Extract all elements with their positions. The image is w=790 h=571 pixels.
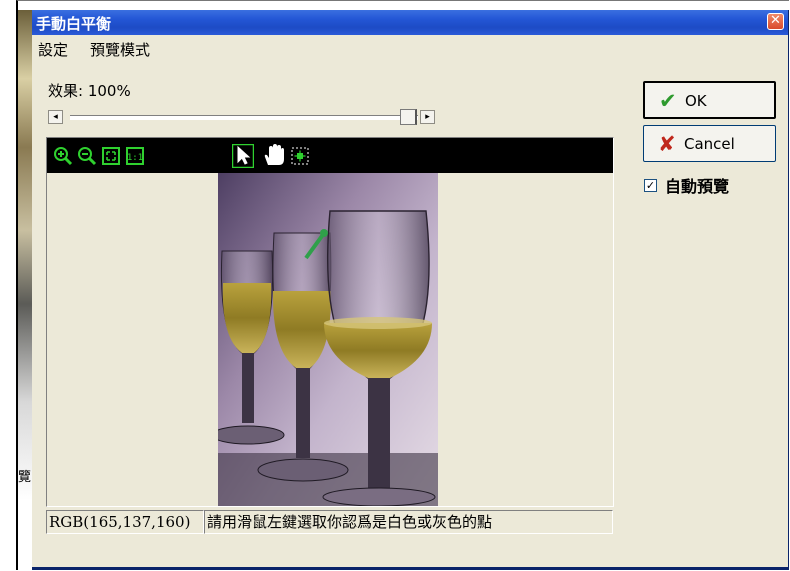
- svg-text:1:1: 1:1: [127, 153, 143, 163]
- ok-button[interactable]: ✔ OK: [643, 81, 776, 119]
- effect-slider[interactable]: ◂ ▸: [48, 108, 440, 126]
- background-window-strip: [18, 10, 32, 500]
- fit-window-icon[interactable]: [101, 146, 121, 166]
- cancel-x-icon: ✘: [658, 132, 676, 156]
- manual-white-balance-dialog: 手動白平衡 ✕ 設定 預覽模式 效果: 100% ◂ ▸ 1:1 RGB(165…: [32, 10, 789, 570]
- rgb-readout: RGB(165,137,160): [46, 510, 204, 534]
- preview-panel: 1:1: [46, 137, 614, 507]
- menu-bar: 設定 預覽模式: [34, 37, 154, 59]
- effect-label: 效果: 100%: [48, 82, 131, 100]
- auto-preview-label: 自動預覽: [665, 177, 730, 196]
- ok-label: OK: [685, 92, 707, 110]
- dialog-title: 手動白平衡: [36, 15, 112, 33]
- actual-size-icon[interactable]: 1:1: [125, 146, 145, 166]
- close-button[interactable]: ✕: [767, 13, 784, 30]
- auto-preview-checkbox[interactable]: ✓: [644, 178, 657, 192]
- slider-thumb[interactable]: [400, 109, 417, 125]
- slider-left-arrow[interactable]: ◂: [48, 110, 63, 124]
- zoom-out-icon[interactable]: [77, 146, 97, 166]
- slider-right-arrow[interactable]: ▸: [420, 110, 435, 124]
- status-bar: RGB(165,137,160) 請用滑鼠左鍵選取你認爲是白色或灰色的點: [46, 510, 613, 536]
- background-window-bottom: [18, 500, 32, 570]
- preview-toolbar: 1:1: [47, 138, 613, 173]
- auto-preview-option[interactable]: ✓ 自動預覽: [644, 173, 729, 197]
- menu-preview-mode[interactable]: 預覽模式: [86, 37, 154, 59]
- slider-track[interactable]: [70, 115, 418, 120]
- pointer-icon[interactable]: [232, 144, 254, 168]
- background-partial-text: 覽: [18, 470, 32, 485]
- eyedropper-select-icon[interactable]: [291, 147, 309, 165]
- preview-image[interactable]: [218, 173, 438, 506]
- hand-pan-icon[interactable]: [261, 143, 285, 167]
- cancel-label: Cancel: [684, 135, 735, 153]
- zoom-in-icon[interactable]: [53, 146, 73, 166]
- cancel-button[interactable]: ✘ Cancel: [643, 125, 776, 162]
- status-message: 請用滑鼠左鍵選取你認爲是白色或灰色的點: [204, 510, 613, 534]
- title-bar[interactable]: 手動白平衡 ✕: [32, 10, 788, 35]
- checkmark-icon: ✔: [659, 89, 677, 113]
- menu-settings[interactable]: 設定: [34, 37, 72, 59]
